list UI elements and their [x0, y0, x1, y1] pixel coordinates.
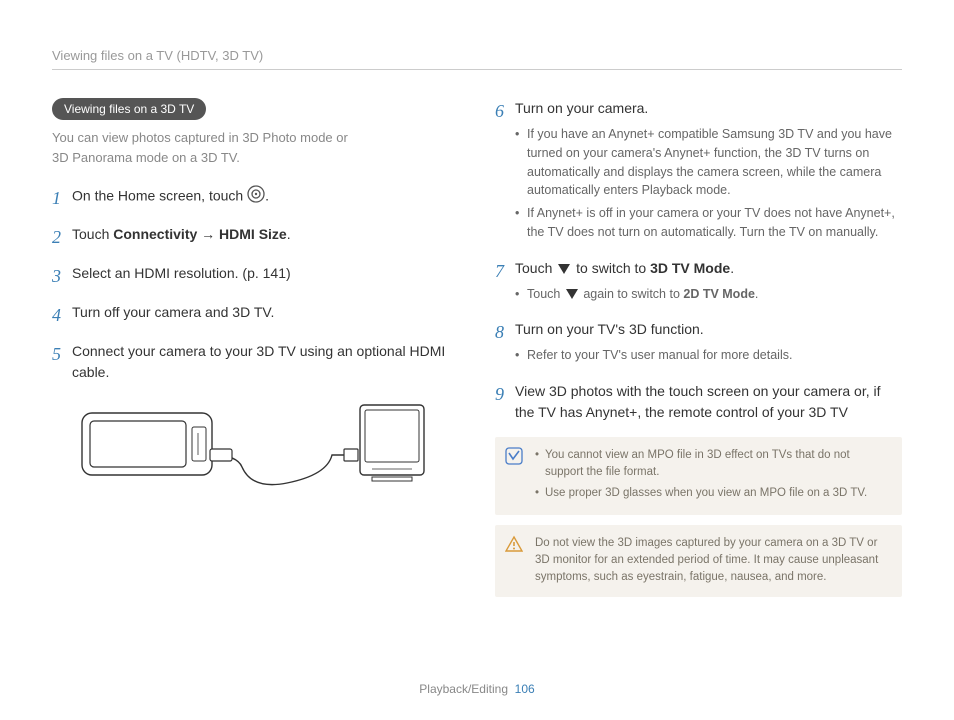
step-text: Turn on your TV's 3D function. [515, 321, 704, 337]
step-body: Connect your camera to your 3D TV using … [72, 341, 459, 383]
step-text: On the Home screen, touch [72, 188, 247, 204]
step-2: 2 Touch Connectivity → HDMI Size. [52, 224, 459, 251]
step-body: Turn on your TV's 3D function. Refer to … [515, 319, 902, 369]
step-6-bullets: If you have an Anynet+ compatible Samsun… [515, 125, 902, 242]
hdmi-size-label: HDMI Size [219, 226, 287, 242]
note-item: Use proper 3D glasses when you view an M… [535, 485, 888, 502]
warning-text: Do not view the 3D images captured by yo… [535, 537, 878, 584]
page-footer: Playback/Editing 106 [0, 682, 954, 696]
step-number: 7 [495, 258, 515, 308]
bullet: Refer to your TV's user manual for more … [515, 346, 902, 365]
footer-section: Playback/Editing [419, 682, 508, 696]
intro-line1: You can view photos captured in 3D Photo… [52, 130, 348, 145]
step-8: 8 Turn on your TV's 3D function. Refer t… [495, 319, 902, 369]
note-box: You cannot view an MPO file in 3D effect… [495, 437, 902, 515]
step-body: Touch to switch to 3D TV Mode. Touch aga… [515, 258, 902, 308]
bullet: Touch again to switch to 2D TV Mode. [515, 285, 902, 304]
arrow: → [197, 226, 219, 242]
content-columns: Viewing files on a 3D TV You can view ph… [52, 98, 902, 597]
warning-icon [505, 535, 523, 559]
step-body: View 3D photos with the touch screen on … [515, 381, 902, 423]
bullet-part: Touch [527, 287, 564, 301]
down-triangle-icon [558, 264, 570, 274]
step-body: Turn on your camera. If you have an Anyn… [515, 98, 902, 246]
home-mode-icon [247, 185, 265, 209]
section-pill: Viewing files on a 3D TV [52, 98, 206, 120]
warning-box: Do not view the 3D images captured by yo… [495, 525, 902, 597]
intro-text: You can view photos captured in 3D Photo… [52, 128, 459, 167]
step-7: 7 Touch to switch to 3D TV Mode. Touch a… [495, 258, 902, 308]
step-number: 2 [52, 224, 72, 251]
connectivity-label: Connectivity [113, 226, 197, 242]
step-text: Turn on your camera. [515, 100, 648, 116]
left-column: Viewing files on a 3D TV You can view ph… [52, 98, 459, 597]
step-1: 1 On the Home screen, touch . [52, 185, 459, 212]
period: . [730, 260, 734, 276]
bullet-part: again to switch to [580, 287, 684, 301]
step-5: 5 Connect your camera to your 3D TV usin… [52, 341, 459, 383]
bullet: If you have an Anynet+ compatible Samsun… [515, 125, 902, 200]
step-3: 3 Select an HDMI resolution. (p. 141) [52, 263, 459, 290]
step-number: 3 [52, 263, 72, 290]
step-4: 4 Turn off your camera and 3D TV. [52, 302, 459, 329]
mode-2d-label: 2D TV Mode [683, 287, 755, 301]
page-header: Viewing files on a TV (HDTV, 3D TV) [52, 48, 902, 63]
right-column: 6 Turn on your camera. If you have an An… [495, 98, 902, 597]
down-triangle-icon [566, 289, 578, 299]
step-number: 1 [52, 185, 72, 212]
step-text-part: to switch to [572, 260, 650, 276]
note-item: You cannot view an MPO file in 3D effect… [535, 447, 888, 482]
page-number: 106 [515, 682, 535, 696]
step-text-part: Touch [515, 260, 556, 276]
step-number: 9 [495, 381, 515, 423]
step-number: 4 [52, 302, 72, 329]
step-9: 9 View 3D photos with the touch screen o… [495, 381, 902, 423]
step-number: 8 [495, 319, 515, 369]
step-8-bullets: Refer to your TV's user manual for more … [515, 346, 902, 365]
period: . [287, 226, 291, 242]
camera-tv-diagram [72, 395, 432, 495]
step-number: 6 [495, 98, 515, 246]
header-rule [52, 69, 902, 70]
period: . [755, 287, 758, 301]
bullet: If Anynet+ is off in your camera or your… [515, 204, 902, 242]
step-7-bullets: Touch again to switch to 2D TV Mode. [515, 285, 902, 304]
step-body: Turn off your camera and 3D TV. [72, 302, 459, 329]
intro-line2: 3D Panorama mode on a 3D TV. [52, 150, 240, 165]
step-body: Touch Connectivity → HDMI Size. [72, 224, 459, 251]
step-text-part: Touch [72, 226, 113, 242]
step-6: 6 Turn on your camera. If you have an An… [495, 98, 902, 246]
step-number: 5 [52, 341, 72, 383]
mode-3d-label: 3D TV Mode [650, 260, 730, 276]
step-body: Select an HDMI resolution. (p. 141) [72, 263, 459, 290]
note-icon [505, 447, 523, 471]
step-body: On the Home screen, touch . [72, 185, 459, 212]
